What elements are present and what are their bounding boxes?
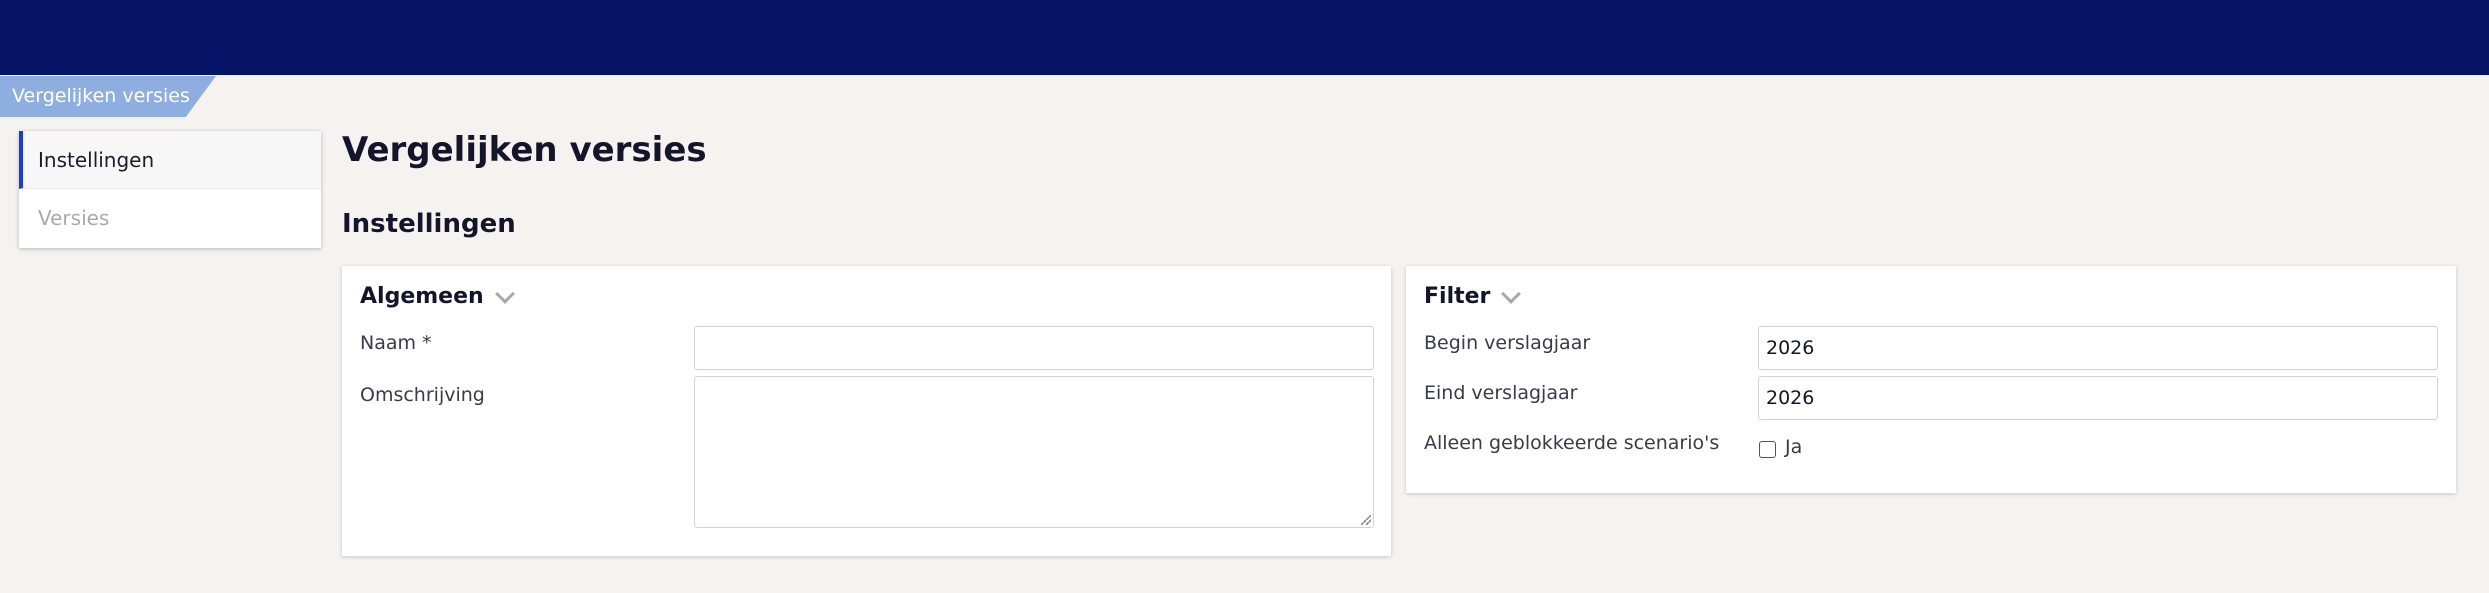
- sidebar: Instellingen Versies: [19, 131, 321, 248]
- begin-verslagjaar-value: 2026: [1766, 337, 1815, 359]
- naam-input[interactable]: [694, 326, 1374, 370]
- breadcrumb-label: Vergelijken versies: [12, 85, 190, 107]
- sidebar-item-versies[interactable]: Versies: [19, 189, 321, 247]
- algemeen-panel-title: Algemeen: [360, 284, 484, 309]
- begin-verslagjaar-input[interactable]: 2026: [1758, 326, 2438, 370]
- geblokkeerd-label: Alleen geblokkeerde scenario's: [1424, 432, 1720, 454]
- geblokkeerd-option-label[interactable]: Ja: [1785, 436, 1802, 458]
- sidebar-item-label: Versies: [38, 206, 110, 230]
- eind-verslagjaar-value: 2026: [1766, 387, 1815, 409]
- top-navigation-bar: [0, 0, 2489, 75]
- algemeen-panel-header[interactable]: Algemeen: [360, 283, 515, 309]
- chevron-down-icon[interactable]: [494, 283, 515, 304]
- omschrijving-label: Omschrijving: [360, 384, 485, 406]
- filter-panel-header[interactable]: Filter: [1424, 283, 1522, 309]
- filter-panel-title: Filter: [1424, 284, 1491, 309]
- geblokkeerd-checkbox[interactable]: [1759, 441, 1776, 458]
- naam-label: Naam *: [360, 332, 432, 354]
- chevron-down-icon[interactable]: [1501, 283, 1522, 304]
- begin-verslagjaar-label: Begin verslagjaar: [1424, 332, 1591, 354]
- sidebar-item-instellingen[interactable]: Instellingen: [19, 131, 321, 189]
- sidebar-item-label: Instellingen: [38, 148, 155, 172]
- eind-verslagjaar-input[interactable]: 2026: [1758, 376, 2438, 420]
- resize-handle-icon[interactable]: [1361, 515, 1371, 525]
- algemeen-panel: Algemeen Naam * Omschrijving: [342, 266, 1391, 556]
- filter-panel: Filter Begin verslagjaar 2026 Eind versl…: [1406, 266, 2456, 493]
- section-title: Instellingen: [342, 209, 516, 239]
- breadcrumb[interactable]: Vergelijken versies: [0, 76, 216, 117]
- page-title: Vergelijken versies: [342, 130, 707, 170]
- omschrijving-textarea[interactable]: [694, 376, 1374, 528]
- eind-verslagjaar-label: Eind verslagjaar: [1424, 382, 1578, 404]
